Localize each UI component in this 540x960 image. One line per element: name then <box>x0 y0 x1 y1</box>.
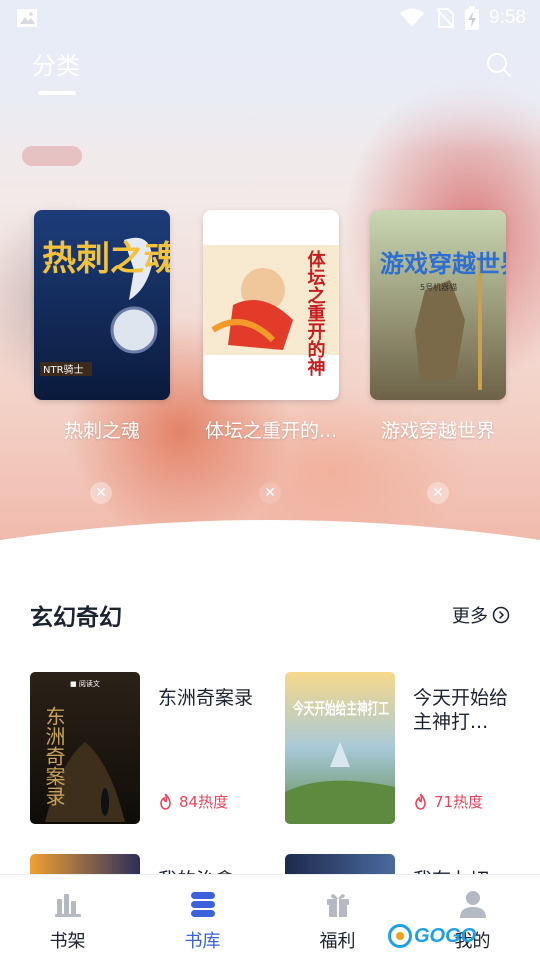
svg-text:游戏穿越世界: 游戏穿越世界 <box>380 250 506 278</box>
book-card[interactable]: ■ 阅读文 东洲奇案录 东洲奇案录 84热度 <box>30 672 270 832</box>
section-title: 玄幻奇幻 <box>30 605 122 631</box>
nav-item-library[interactable]: 书库 <box>135 875 270 960</box>
status-time: 9:58 <box>489 7 526 28</box>
book-card[interactable]: 今天开始给主神打工 今天开始给主神打... 71热度 <box>285 672 525 832</box>
book-title[interactable]: 东洲奇案录 <box>158 686 262 710</box>
book-cover[interactable]: 热刺之魂 NTR骑士 <box>34 210 170 400</box>
watermark-logo: GOGO <box>388 924 476 948</box>
hero-blurred-badge <box>22 146 82 166</box>
svg-text:5号机器猫: 5号机器猫 <box>420 282 457 292</box>
featured-book-title[interactable]: 体坛之重开的... <box>196 416 346 443</box>
heat-badge: 84热度 <box>158 791 228 812</box>
nav-label: 福利 <box>319 931 356 952</box>
watermark-icon <box>388 924 412 948</box>
book-title[interactable]: 今天开始给主神打... <box>413 686 517 734</box>
close-icon[interactable]: ✕ <box>259 482 281 504</box>
close-icon[interactable]: ✕ <box>427 482 449 504</box>
cover-art: 游戏穿越世界 5号机器猫 <box>370 210 506 400</box>
battery-charging-icon <box>465 6 480 30</box>
watermark-text: GOGO <box>414 924 477 947</box>
book-cover[interactable]: 体坛之重开的神 <box>203 210 339 400</box>
nav-item-bookshelf[interactable]: 书架 <box>0 875 135 960</box>
featured-book-title[interactable]: 热刺之魂 <box>27 416 177 443</box>
status-bar: 9:58 <box>0 0 540 36</box>
svg-text:体坛之重开的神: 体坛之重开的神 <box>305 249 326 377</box>
nav-label: 书库 <box>184 931 221 952</box>
nav-item-welfare[interactable]: 福利 <box>270 875 405 960</box>
content-curve <box>0 520 540 590</box>
heat-value: 84热度 <box>179 793 229 811</box>
flame-icon <box>160 793 171 810</box>
tab-category[interactable]: 分类 <box>32 46 80 81</box>
book-cover[interactable]: ■ 阅读文 东洲奇案录 <box>30 672 140 824</box>
svg-text:今天开始给主神打工: 今天开始给主神打工 <box>292 699 389 718</box>
profile-icon <box>459 891 486 918</box>
featured-book[interactable]: 游戏穿越世界 5号机器猫 游戏穿越世界 <box>370 210 506 443</box>
book-cover[interactable]: 今天开始给主神打工 <box>285 672 395 824</box>
no-sim-icon <box>436 8 455 29</box>
tab-active-indicator <box>38 91 76 95</box>
featured-book[interactable]: 体坛之重开的神 体坛之重开的... <box>203 210 339 443</box>
flame-icon <box>415 793 426 810</box>
cover-art: 体坛之重开的神 <box>203 210 339 400</box>
svg-text:■ 阅读文: ■ 阅读文 <box>70 679 100 688</box>
search-icon[interactable] <box>484 50 514 80</box>
heat-badge: 71热度 <box>413 791 483 812</box>
close-icon[interactable]: ✕ <box>90 482 112 504</box>
gift-icon <box>326 894 349 917</box>
page-header: 分类 <box>0 40 540 100</box>
cover-art: 今天开始给主神打工 <box>285 672 395 824</box>
featured-book-title[interactable]: 游戏穿越世界 <box>363 416 513 443</box>
svg-text:NTR骑士: NTR骑士 <box>43 363 84 376</box>
featured-book[interactable]: 热刺之魂 NTR骑士 热刺之魂 <box>34 210 170 443</box>
svg-text:东洲奇案录: 东洲奇案录 <box>42 706 66 806</box>
svg-text:热刺之魂: 热刺之魂 <box>42 239 170 279</box>
section-header: 玄幻奇幻 更多 <box>30 596 510 636</box>
featured-carousel: 热刺之魂 NTR骑士 热刺之魂 体坛之重开的神 体坛之重开的... 游戏穿越世 … <box>0 210 540 510</box>
chevron-right-circle-icon <box>492 606 510 624</box>
bookshelf-icon <box>54 894 81 917</box>
gallery-notification-icon <box>17 9 37 27</box>
wifi-icon <box>400 8 425 27</box>
cover-art: 热刺之魂 NTR骑士 <box>34 210 170 400</box>
more-link[interactable]: 更多 <box>452 602 510 628</box>
heat-value: 71热度 <box>434 793 484 811</box>
more-label: 更多 <box>452 606 488 627</box>
cover-art: ■ 阅读文 东洲奇案录 <box>30 672 140 824</box>
library-icon <box>190 892 215 917</box>
nav-label: 书架 <box>49 931 86 952</box>
book-cover[interactable]: 游戏穿越世界 5号机器猫 <box>370 210 506 400</box>
